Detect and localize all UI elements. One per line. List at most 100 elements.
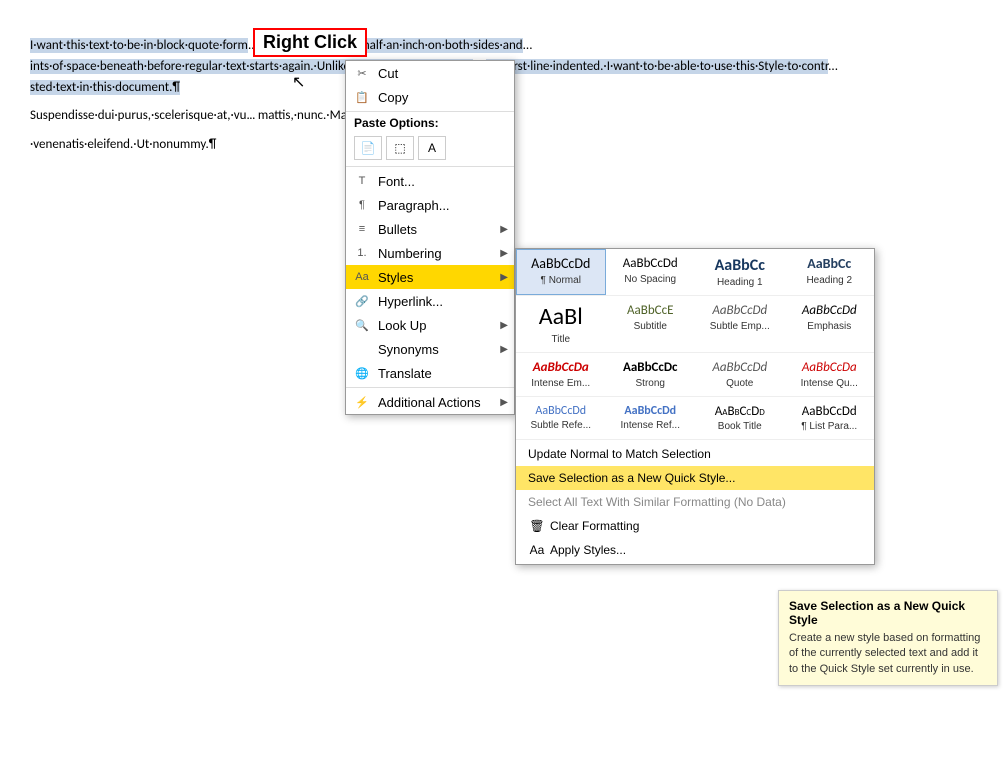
style-no-spacing[interactable]: AaBbCcDd No Spacing (606, 249, 696, 295)
strong-name: Strong (611, 378, 691, 389)
styles-submenu: AaBbCcDd ¶ Normal AaBbCcDd No Spacing Aa… (515, 248, 875, 565)
style-list-para[interactable]: AaBbCcDd ¶ List Para... (785, 397, 875, 440)
style-subtitle[interactable]: AaBbCcE Subtitle (606, 296, 696, 352)
selected-text-block1: I·want·this·text·to·be·in·block·quote·fo… (30, 38, 248, 53)
separator-after-copy (346, 111, 514, 112)
emphasis-preview: AaBbCcDd (790, 303, 870, 319)
context-menu-synonyms[interactable]: Synonyms ▶ (346, 337, 514, 361)
bullets-icon: ≡ (354, 221, 370, 237)
text-continuation2: ... (523, 38, 533, 53)
style-intense-quote[interactable]: AaBbCcDa Intense Qu... (785, 353, 875, 396)
paste-btn-1[interactable]: 📄 (354, 136, 382, 160)
book-title-name: Book Title (700, 421, 780, 432)
cut-icon: ✂ (354, 65, 370, 81)
context-menu-numbering[interactable]: 1. Numbering ▶ (346, 241, 514, 265)
update-normal-action[interactable]: Update Normal to Match Selection (516, 442, 874, 466)
style-heading1[interactable]: AaBbCc Heading 1 (695, 249, 785, 295)
font-label: Font... (378, 174, 415, 189)
style-strong[interactable]: AaBbCcDc Strong (606, 353, 696, 396)
context-menu-lookup[interactable]: 🔍 Look Up ▶ (346, 313, 514, 337)
context-menu-styles[interactable]: Aa Styles ▶ (346, 265, 514, 289)
quote-name: Quote (700, 378, 780, 389)
context-menu-translate[interactable]: 🌐 Translate (346, 361, 514, 385)
intense-ref-preview: AaBbCcDd (611, 404, 691, 418)
intense-q-preview: AaBbCcDa (790, 360, 870, 376)
lookup-arrow: ▶ (500, 320, 508, 331)
context-menu-cut[interactable]: ✂ Cut (346, 61, 514, 85)
synonyms-arrow: ▶ (500, 344, 508, 355)
bullets-arrow: ▶ (500, 224, 508, 235)
context-menu-paragraph[interactable]: ¶ Paragraph... (346, 193, 514, 217)
style-book-title[interactable]: AaBbCcDd Book Title (695, 397, 785, 440)
selected-text-block4: the·first·line·indented.·I·want·to·be·ab… (486, 59, 829, 74)
subtle-ref-name: Subtle Refe... (521, 420, 601, 431)
emphasis-name: Emphasis (790, 321, 870, 332)
heading2-preview: AaBbCc (790, 256, 870, 273)
no-spacing-name: No Spacing (611, 274, 691, 285)
selected-text-block5: sted·text·in·this·document.¶ (30, 80, 180, 95)
lookup-icon: 🔍 (354, 317, 370, 333)
heading1-name: Heading 1 (700, 277, 780, 288)
strong-preview: AaBbCcDc (611, 360, 691, 376)
context-menu-font[interactable]: T Font... (346, 169, 514, 193)
clear-formatting-action[interactable]: 🗑Clear Formatting (516, 514, 874, 538)
context-menu-hyperlink[interactable]: 🔗 Hyperlink... (346, 289, 514, 313)
synonyms-icon (354, 341, 370, 357)
style-heading2[interactable]: AaBbCc Heading 2 (785, 249, 875, 295)
additional-arrow: ▶ (500, 397, 508, 408)
heading2-name: Heading 2 (790, 275, 870, 286)
styles-row3: AaBbCcDa Intense Em... AaBbCcDc Strong A… (516, 353, 874, 397)
translate-icon: 🌐 (354, 365, 370, 381)
hyperlink-icon: 🔗 (354, 293, 370, 309)
style-intense-ref[interactable]: AaBbCcDd Intense Ref... (606, 397, 696, 440)
style-quote[interactable]: AaBbCcDd Quote (695, 353, 785, 396)
styles-row1: AaBbCcDd ¶ Normal AaBbCcDd No Spacing Aa… (516, 249, 874, 296)
normal-name: ¶ Normal (521, 275, 601, 286)
paste-btn-2[interactable]: ⬚ (386, 136, 414, 160)
hyperlink-label: Hyperlink... (378, 294, 443, 309)
intense-em-preview: AaBbCcDa (521, 360, 601, 376)
synonyms-label: Synonyms (378, 342, 439, 357)
apply-styles-icon: Aa (528, 543, 546, 557)
paragraph-label: Paragraph... (378, 198, 450, 213)
style-title[interactable]: AaBl Title (516, 296, 606, 352)
style-intense-em[interactable]: AaBbCcDa Intense Em... (516, 353, 606, 396)
no-spacing-preview: AaBbCcDd (611, 256, 691, 272)
clear-formatting-icon: 🗑 (528, 519, 546, 533)
copy-icon: 📋 (354, 89, 370, 105)
subtle-emp-name: Subtle Emp... (700, 321, 780, 332)
styles-label: Styles (378, 270, 413, 285)
context-menu-additional[interactable]: ⚡ Additional Actions ▶ (346, 390, 514, 414)
context-menu-copy[interactable]: 📋 Copy (346, 85, 514, 109)
subtle-emp-preview: AaBbCcDd (700, 303, 780, 319)
intense-em-name: Intense Em... (521, 378, 601, 389)
separator-after-paste (346, 166, 514, 167)
context-menu: ✂ Cut 📋 Copy Paste Options: 📄 ⬚ A T Font… (345, 60, 515, 415)
style-subtle-ref[interactable]: AaBbCcDd Subtle Refe... (516, 397, 606, 440)
style-subtle-emp[interactable]: AaBbCcDd Subtle Emp... (695, 296, 785, 352)
paste-btn-3[interactable]: A (418, 136, 446, 160)
right-click-badge: Right Click (253, 28, 367, 57)
lookup-label: Look Up (378, 318, 426, 333)
additional-label: Additional Actions (378, 395, 481, 410)
numbering-icon: 1. (354, 245, 370, 261)
font-icon: T (354, 173, 370, 189)
paste-options-row: 📄 ⬚ A (346, 132, 514, 164)
context-menu-bullets[interactable]: ≡ Bullets ▶ (346, 217, 514, 241)
text-continuation4: ... (828, 59, 838, 74)
copy-label: Copy (378, 90, 408, 105)
quote-preview: AaBbCcDd (700, 360, 780, 376)
book-title-preview: AaBbCcDd (700, 404, 780, 420)
apply-styles-action[interactable]: AaApply Styles... (516, 538, 874, 562)
cut-label: Cut (378, 66, 398, 81)
style-normal[interactable]: AaBbCcDd ¶ Normal (516, 249, 606, 295)
translate-label: Translate (378, 366, 432, 381)
numbering-label: Numbering (378, 246, 442, 261)
subtle-ref-preview: AaBbCcDd (521, 404, 601, 418)
save-quick-style-action[interactable]: Save Selection as a New Quick Style... (516, 466, 874, 490)
style-emphasis[interactable]: AaBbCcDd Emphasis (785, 296, 875, 352)
list-para-name: ¶ List Para... (790, 421, 870, 432)
paste-options-label: Paste Options: (346, 114, 514, 132)
tooltip-body: Create a new style based on formatting o… (789, 631, 987, 677)
select-similar-action[interactable]: Select All Text With Similar Formatting … (516, 490, 874, 514)
